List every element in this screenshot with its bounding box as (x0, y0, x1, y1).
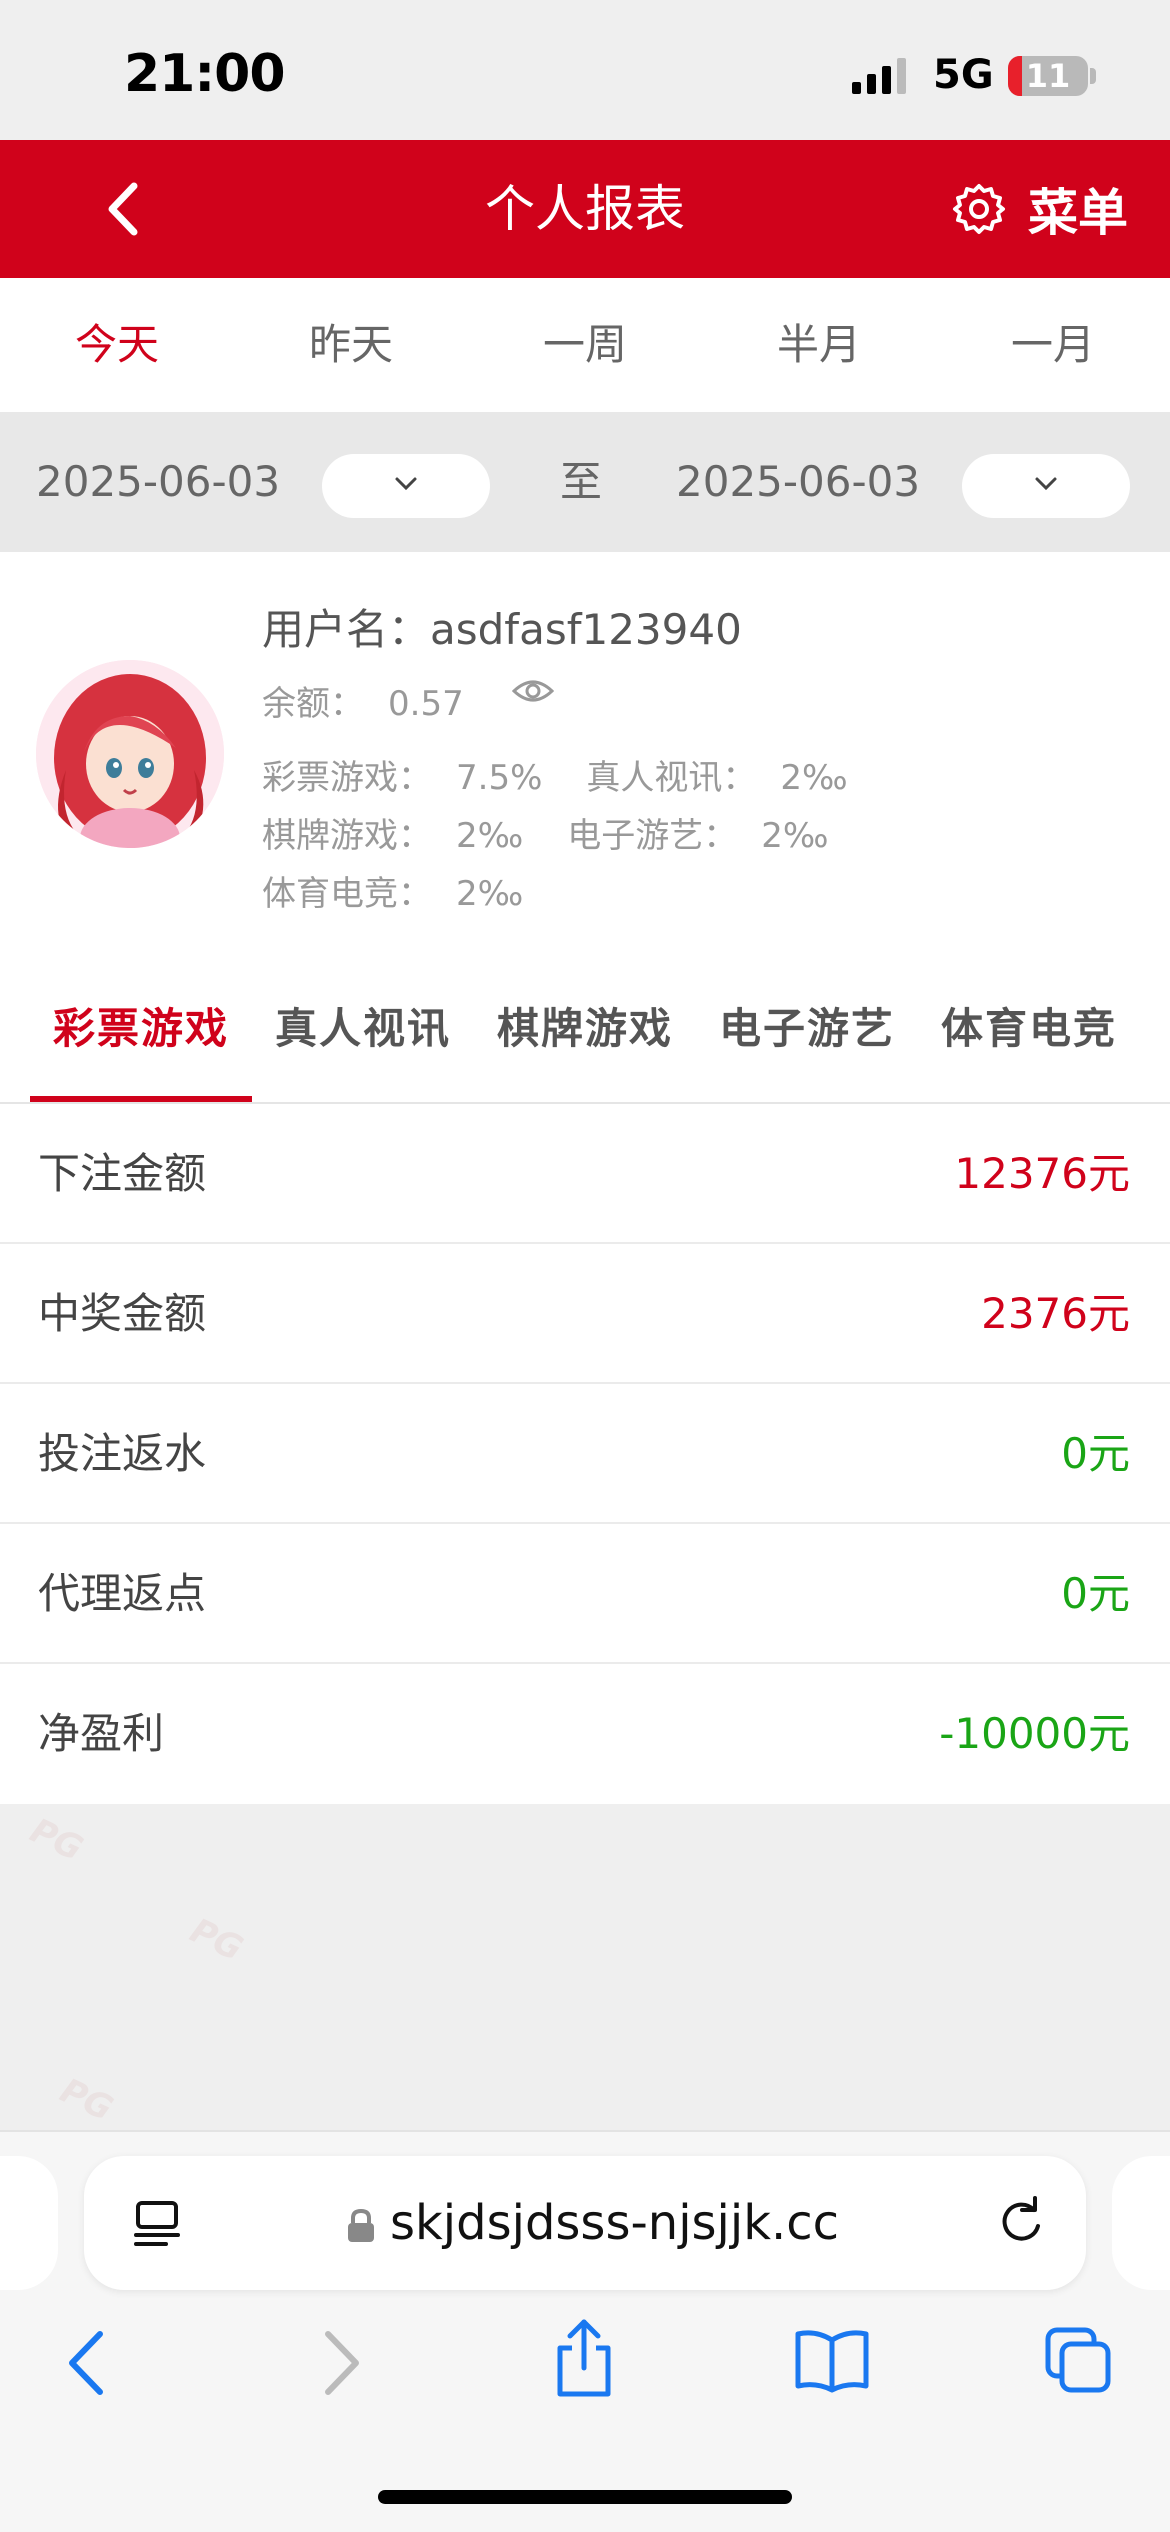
status-time: 21:00 (124, 44, 286, 104)
stat-value: 0元 (1061, 1569, 1130, 1618)
sports-rate-label: 体育电竞： (262, 874, 432, 914)
stat-value: 12376元 (954, 1149, 1130, 1198)
battery-level: 11 (1025, 57, 1071, 95)
live-rate: 2‰ (780, 758, 848, 798)
tab-lottery[interactable]: 彩票游戏 (30, 962, 252, 1102)
tab-half-month[interactable]: 半月 (702, 278, 936, 412)
stat-label: 投注返水 (38, 1429, 207, 1478)
tab-chess-cards[interactable]: 棋牌游戏 (474, 962, 696, 1102)
stat-row-rebate: 投注返水 0元 (0, 1384, 1170, 1524)
status-bar: 21:00 5G 11 (0, 0, 1170, 140)
gear-icon (953, 184, 1005, 234)
profile-card: 用户名：asdfasf123940 余额： 0.57 彩票游戏： 7.5% 真人视讯：… (0, 552, 1170, 962)
balance-value: 0.57 (388, 684, 464, 724)
end-date: 2025-06-03 (676, 457, 921, 506)
active-tab-indicator (30, 1096, 252, 1102)
avatar (36, 660, 224, 848)
address-bar[interactable]: skjdsjdsss-njsjjk.cc (84, 2156, 1086, 2290)
reload-icon[interactable] (994, 2196, 1048, 2250)
stat-row-agent-rebate: 代理返点 0元 (0, 1524, 1170, 1664)
live-rate-label: 真人视讯： (586, 758, 757, 798)
lottery-rate: 7.5% (456, 758, 543, 798)
rate-row-1: 彩票游戏： 7.5% 真人视讯： 2‰ (262, 750, 848, 799)
tab-live-video[interactable]: 真人视讯 (252, 962, 474, 1102)
stat-value: 2376元 (981, 1289, 1130, 1338)
chess-rate: 2‰ (456, 816, 524, 856)
tab-today[interactable]: 今天 (0, 278, 234, 412)
balance-label: 余额： (262, 684, 364, 724)
chevron-down-icon (395, 477, 417, 491)
battery-tip (1090, 68, 1096, 84)
balance-row: 余额： 0.57 (262, 676, 464, 725)
stat-value: -10000元 (939, 1709, 1130, 1758)
egame-rate: 2‰ (761, 816, 829, 856)
username-row: 用户名：asdfasf123940 (262, 596, 742, 657)
tab-electronic[interactable]: 电子游艺 (696, 962, 918, 1102)
lock-icon (348, 2208, 374, 2242)
browser-forward-icon[interactable] (312, 2328, 368, 2398)
stat-row-win-amount: 中奖金额 2376元 (0, 1244, 1170, 1384)
nav-bar: 个人报表 菜单 (0, 140, 1170, 278)
battery-icon: 11 (1008, 56, 1088, 96)
end-date-picker[interactable] (962, 454, 1130, 518)
date-range: 2025-06-03 至 2025-06-03 (0, 412, 1170, 552)
url-text: skjdsjdsss-njsjjk.cc (390, 2195, 840, 2251)
rate-row-3: 体育电竞： 2‰ (262, 866, 523, 915)
cellular-signal-icon (852, 58, 906, 94)
share-icon[interactable] (552, 2318, 616, 2398)
stats-list: 下注金额 12376元 中奖金额 2376元 投注返水 0元 代理返点 0元 净… (0, 1104, 1170, 1804)
start-date-picker[interactable] (322, 454, 490, 518)
menu-label: 菜单 (1028, 184, 1128, 242)
period-tabs: 今天 昨天 一周 半月 一月 (0, 278, 1170, 412)
username: asdfasf123940 (430, 605, 742, 654)
watermark: PG (184, 1910, 249, 1970)
stat-label: 代理返点 (38, 1569, 207, 1618)
sports-rate: 2‰ (456, 874, 524, 914)
network-type: 5G (933, 52, 994, 98)
category-tabs: 彩票游戏 真人视讯 棋牌游戏 电子游艺 体育电竞 (0, 962, 1170, 1104)
menu-button[interactable]: 菜单 (952, 176, 1128, 242)
tab-week[interactable]: 一周 (468, 278, 702, 412)
chevron-down-icon (1035, 477, 1057, 491)
stat-row-net-profit: 净盈利 -10000元 (0, 1664, 1170, 1804)
chess-rate-label: 棋牌游戏： (262, 816, 432, 856)
bookmarks-icon[interactable] (794, 2328, 870, 2394)
eye-icon[interactable] (512, 676, 554, 706)
username-label: 用户名： (262, 605, 431, 654)
rate-row-2: 棋牌游戏： 2‰ 电子游艺： 2‰ (262, 808, 829, 857)
date-separator: 至 (560, 457, 603, 506)
browser-back-icon[interactable] (60, 2328, 116, 2398)
stat-value: 0元 (1061, 1429, 1130, 1478)
tabs-icon[interactable] (1044, 2326, 1114, 2396)
stat-label: 中奖金额 (38, 1289, 207, 1338)
stat-label: 净盈利 (38, 1709, 165, 1758)
back-chevron-icon[interactable] (100, 176, 150, 242)
tab-yesterday[interactable]: 昨天 (234, 278, 468, 412)
watermark: PG (24, 1810, 89, 1870)
next-tab-peek[interactable] (1112, 2156, 1170, 2290)
tab-month[interactable]: 一月 (936, 278, 1170, 412)
stat-label: 下注金额 (38, 1149, 207, 1198)
previous-tab-peek[interactable] (0, 2156, 58, 2290)
tab-sports[interactable]: 体育电竞 (918, 962, 1140, 1102)
watermark: PG (54, 2070, 119, 2130)
home-indicator (378, 2490, 792, 2504)
page-menu-icon[interactable] (132, 2198, 184, 2250)
lottery-rate-label: 彩票游戏： (262, 758, 432, 798)
stat-row-bet-amount: 下注金额 12376元 (0, 1104, 1170, 1244)
egame-rate-label: 电子游艺： (567, 816, 738, 856)
start-date: 2025-06-03 (36, 457, 281, 506)
